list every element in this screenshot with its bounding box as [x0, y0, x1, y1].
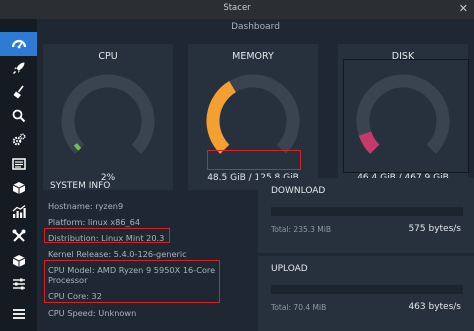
download-total: Total: 235.3 MiB — [271, 225, 331, 234]
system-info-panel: SYSTEM INFO Hostname: ryzen9 Platform: l… — [37, 175, 253, 331]
rocket-icon — [12, 62, 24, 74]
download-bar — [271, 207, 463, 216]
upload-total: Total: 70.4 MiB — [271, 303, 327, 312]
memory-gauge-label: MEMORY — [232, 51, 274, 62]
cpu-gauge — [61, 74, 155, 154]
sidebar-item-dashboard[interactable] — [0, 32, 37, 56]
apt-repository-icon — [12, 255, 25, 267]
cpu-highlight-box — [44, 260, 220, 303]
dashboard-page: Dashboard CPU 2% MEMORY 48.5 GiB / 125.8… — [37, 19, 474, 331]
sidebar-item-gnome-settings[interactable] — [0, 272, 37, 296]
gnome-settings-icon — [12, 278, 25, 290]
sidebar — [0, 19, 37, 331]
close-icon[interactable]: ✕ — [459, 2, 468, 16]
distribution-highlight-box — [44, 228, 170, 243]
uninstaller-icon — [12, 182, 25, 194]
settings-list-icon — [12, 309, 25, 319]
upload-rate: 463 bytes/s — [408, 302, 461, 312]
page-title: Dashboard — [231, 22, 280, 32]
search-icon — [12, 109, 25, 123]
kernel-release-text: Kernel Release: 5.4.0-126-generic — [48, 249, 187, 259]
hostname-text: Hostname: ryzen9 — [48, 201, 124, 211]
sidebar-item-settings[interactable] — [0, 302, 37, 326]
cpu-speed-text: CPU Speed: Unknown — [48, 308, 137, 318]
sidebar-item-search[interactable] — [0, 104, 37, 128]
gears-icon — [12, 133, 26, 146]
sidebar-item-helpers[interactable] — [0, 224, 37, 248]
memory-highlight-box — [207, 150, 301, 170]
disk-gauge-frame — [343, 59, 469, 173]
sidebar-item-uninstaller[interactable] — [0, 176, 37, 200]
cpu-gauge-label: CPU — [98, 51, 118, 62]
download-label: DOWNLOAD — [271, 186, 326, 196]
helpers-tools-icon — [12, 229, 25, 242]
broom-icon — [13, 85, 24, 99]
sidebar-item-apt-repository[interactable] — [0, 248, 37, 272]
sidebar-item-startup-apps[interactable] — [0, 56, 37, 80]
system-info-heading: SYSTEM INFO — [50, 181, 111, 191]
memory-gauge-fill — [206, 81, 237, 154]
window-title: Stacer — [223, 3, 251, 13]
title-bar: Stacer ✕ — [0, 0, 474, 19]
cpu-gauge-track — [61, 74, 155, 154]
resources-chart-icon — [12, 205, 26, 218]
processes-icon — [11, 158, 26, 170]
upload-card: UPLOAD Total: 70.4 MiB 463 bytes/s — [258, 256, 474, 331]
upload-bar — [271, 285, 463, 294]
sidebar-item-system-cleaner[interactable] — [0, 80, 37, 104]
sidebar-item-processes[interactable] — [0, 152, 37, 176]
cpu-gauge-card: CPU 2% — [43, 44, 173, 190]
platform-text: Platform: linux x86_64 — [48, 217, 141, 227]
dashboard-icon — [11, 39, 26, 49]
download-rate: 575 bytes/s — [408, 224, 461, 234]
upload-label: UPLOAD — [271, 264, 308, 274]
sidebar-item-services[interactable] — [0, 128, 37, 152]
sidebar-item-resources[interactable] — [0, 200, 37, 224]
download-card: DOWNLOAD Total: 235.3 MiB 575 bytes/s — [258, 178, 474, 253]
